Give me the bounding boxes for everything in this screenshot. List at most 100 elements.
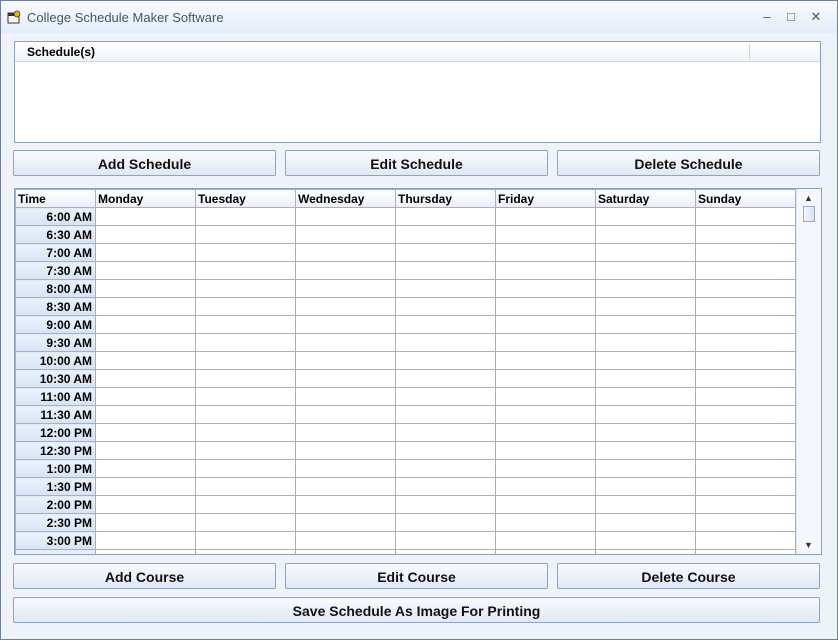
schedule-cell[interactable] [395,513,496,532]
schedule-cell[interactable] [595,477,696,496]
schedule-cell[interactable] [395,423,496,442]
schedule-cell[interactable] [395,297,496,316]
add-schedule-button[interactable]: Add Schedule [13,150,276,176]
minimize-icon[interactable]: – [757,7,777,27]
schedule-cell[interactable] [695,243,796,262]
schedule-cell[interactable] [495,351,596,370]
schedule-cell[interactable] [95,333,196,352]
schedule-cell[interactable] [395,279,496,298]
schedule-cell[interactable] [595,243,696,262]
schedule-cell[interactable] [395,549,496,554]
schedule-cell[interactable] [95,279,196,298]
schedule-cell[interactable] [95,441,196,460]
schedule-cell[interactable] [395,369,496,388]
schedule-cell[interactable] [495,531,596,550]
schedule-cell[interactable] [95,513,196,532]
schedule-cell[interactable] [695,495,796,514]
schedule-cell[interactable] [595,405,696,424]
schedule-cell[interactable] [695,423,796,442]
schedule-cell[interactable] [495,225,596,244]
schedule-cell[interactable] [495,261,596,280]
schedule-cell[interactable] [695,387,796,406]
schedule-cell[interactable] [395,225,496,244]
schedule-cell[interactable] [395,441,496,460]
schedule-cell[interactable] [295,441,396,460]
schedule-cell[interactable] [295,243,396,262]
arrow-up-icon[interactable]: ▲ [804,193,813,203]
schedule-cell[interactable] [695,405,796,424]
schedule-cell[interactable] [595,513,696,532]
schedule-cell[interactable] [495,495,596,514]
schedule-cell[interactable] [195,261,296,280]
schedule-cell[interactable] [395,351,496,370]
schedule-cell[interactable] [395,387,496,406]
schedule-cell[interactable] [295,369,396,388]
add-course-button[interactable]: Add Course [13,563,276,589]
schedules-column-header[interactable]: Schedule(s) [27,45,95,59]
schedule-cell[interactable] [195,459,296,478]
schedule-cell[interactable] [595,549,696,554]
schedule-cell[interactable] [495,369,596,388]
schedule-cell[interactable] [95,225,196,244]
schedule-cell[interactable] [195,225,296,244]
delete-schedule-button[interactable]: Delete Schedule [557,150,820,176]
schedule-cell[interactable] [595,441,696,460]
schedule-cell[interactable] [495,423,596,442]
schedule-cell[interactable] [195,207,296,226]
delete-course-button[interactable]: Delete Course [557,563,820,589]
schedule-cell[interactable] [95,459,196,478]
schedule-cell[interactable] [595,351,696,370]
schedule-cell[interactable] [695,513,796,532]
schedule-cell[interactable] [595,495,696,514]
schedule-cell[interactable] [95,243,196,262]
schedule-cell[interactable] [195,441,296,460]
schedule-cell[interactable] [595,459,696,478]
schedule-cell[interactable] [295,261,396,280]
schedule-cell[interactable] [595,387,696,406]
schedule-cell[interactable] [195,387,296,406]
schedule-cell[interactable] [295,405,396,424]
schedule-cell[interactable] [495,243,596,262]
edit-course-button[interactable]: Edit Course [285,563,548,589]
schedule-cell[interactable] [695,297,796,316]
schedule-cell[interactable] [195,369,296,388]
schedule-cell[interactable] [295,333,396,352]
schedule-cell[interactable] [695,459,796,478]
schedule-cell[interactable] [195,315,296,334]
schedule-cell[interactable] [595,261,696,280]
schedule-cell[interactable] [295,351,396,370]
arrow-down-icon[interactable]: ▼ [804,540,813,550]
schedule-cell[interactable] [695,279,796,298]
schedule-cell[interactable] [695,333,796,352]
schedule-cell[interactable] [495,315,596,334]
schedule-cell[interactable] [395,261,496,280]
schedule-cell[interactable] [395,207,496,226]
schedule-cell[interactable] [695,225,796,244]
schedule-cell[interactable] [495,513,596,532]
schedule-cell[interactable] [695,549,796,554]
schedule-cell[interactable] [195,477,296,496]
schedule-cell[interactable] [495,387,596,406]
schedule-cell[interactable] [395,459,496,478]
schedule-cell[interactable] [495,549,596,554]
schedule-cell[interactable] [195,243,296,262]
schedule-cell[interactable] [495,477,596,496]
schedule-cell[interactable] [195,297,296,316]
schedule-cell[interactable] [495,279,596,298]
schedules-list[interactable]: Schedule(s) [14,41,821,143]
schedule-cell[interactable] [495,405,596,424]
schedule-cell[interactable] [595,531,696,550]
schedule-cell[interactable] [195,513,296,532]
schedule-cell[interactable] [595,369,696,388]
schedule-cell[interactable] [95,405,196,424]
schedule-cell[interactable] [495,333,596,352]
schedule-cell[interactable] [695,441,796,460]
schedule-cell[interactable] [95,369,196,388]
schedule-cell[interactable] [595,225,696,244]
schedule-cell[interactable] [595,333,696,352]
schedule-cell[interactable] [295,459,396,478]
schedule-cell[interactable] [295,297,396,316]
schedule-cell[interactable] [95,495,196,514]
schedule-cell[interactable] [95,261,196,280]
schedule-cell[interactable] [695,477,796,496]
